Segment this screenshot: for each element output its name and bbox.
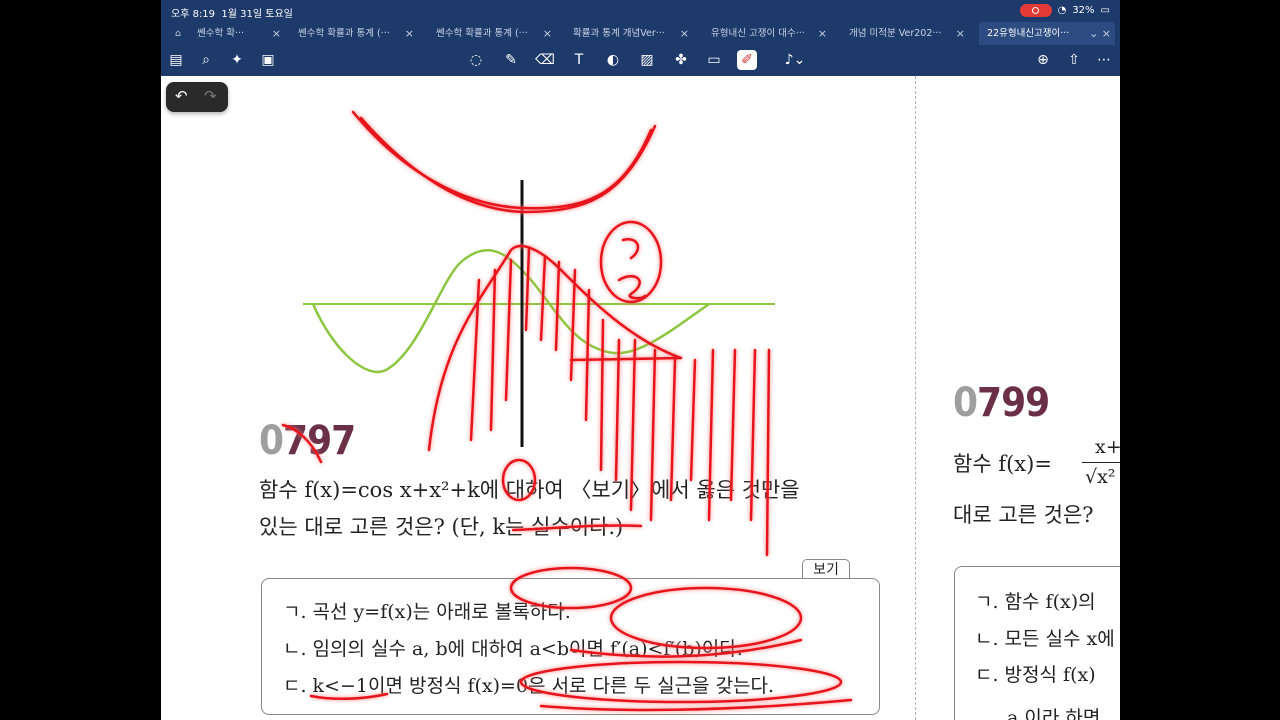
circled-note-mark [617,238,647,300]
handwritten-annotations [281,110,853,712]
circle-convex [509,566,633,610]
hatch-scribble [469,246,771,557]
sketch-parabola-2 [359,116,657,214]
underline-real [511,524,643,532]
underline-k [309,692,389,701]
circled-note [599,220,663,304]
circle-two-roots [519,660,843,704]
ipad-screen: 오후 8:19 1월 31일 토요일 ◔ 32% ▭ ⌂ 쎈수학 확··· × 쎈… [161,0,1120,720]
circle-derivative [609,586,803,650]
circle-k [501,458,537,502]
number-mark [281,423,323,464]
